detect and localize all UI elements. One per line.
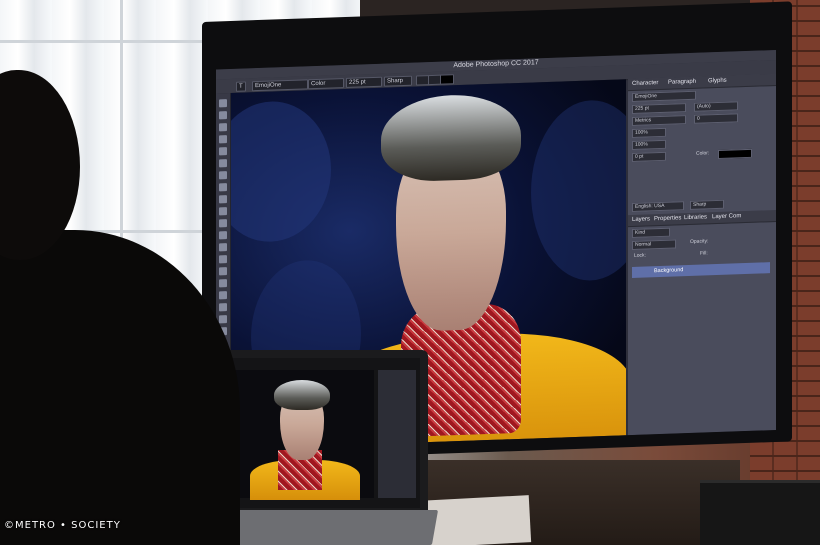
type-tool-icon[interactable]: T xyxy=(236,81,246,92)
brush-tool-icon[interactable] xyxy=(219,183,227,192)
eraser-tool-icon[interactable] xyxy=(219,219,227,228)
lock-label: Lock: xyxy=(634,252,646,259)
watermark: ©METRO • SOCIETY xyxy=(4,520,121,531)
blend-mode-select[interactable]: Normal xyxy=(632,239,676,250)
kerning-field[interactable]: Metrics xyxy=(632,115,686,126)
layer-name: Background xyxy=(654,267,684,275)
text-color-swatch[interactable] xyxy=(718,148,752,159)
baseline-shift-field[interactable]: 0 pt xyxy=(632,151,666,162)
move-tool-icon[interactable] xyxy=(219,99,227,108)
font-family-field[interactable]: EmojiOne xyxy=(632,90,696,102)
color-label: Color: xyxy=(696,150,710,157)
tab-libraries[interactable]: Libraries xyxy=(684,213,707,223)
right-panels: Character Paragraph Glyphs EmojiOne 225 … xyxy=(628,73,776,436)
vertical-scale-field[interactable]: 100% xyxy=(632,127,666,138)
marquee-tool-icon[interactable] xyxy=(219,111,227,120)
tab-glyphs[interactable]: Glyphs xyxy=(708,77,727,87)
foliage xyxy=(231,99,331,244)
font-style-select[interactable]: Color xyxy=(308,78,344,90)
shape-tool-icon[interactable] xyxy=(219,303,227,312)
tab-layer-comps[interactable]: Layer Com xyxy=(712,212,741,222)
font-family-select[interactable]: EmojiOne xyxy=(252,79,308,92)
text-color-swatch[interactable] xyxy=(440,74,454,85)
laptop-panels xyxy=(378,370,416,498)
healing-tool-icon[interactable] xyxy=(219,171,227,180)
hand-tool-icon[interactable] xyxy=(219,315,227,324)
amplifier xyxy=(700,480,820,545)
antialias-field[interactable]: Sharp xyxy=(690,199,724,210)
fill-label: Fill: xyxy=(700,250,708,257)
blur-tool-icon[interactable] xyxy=(219,243,227,252)
tracking-field[interactable]: 0 xyxy=(694,113,738,124)
layer-filter-select[interactable]: Kind xyxy=(632,227,670,238)
photo-scene: Adobe Photoshop CC 2017 T EmojiOne Color… xyxy=(0,0,820,545)
eyedropper-tool-icon[interactable] xyxy=(219,159,227,168)
path-select-tool-icon[interactable] xyxy=(219,291,227,300)
layer-row-background[interactable]: Background xyxy=(632,262,770,278)
foliage xyxy=(531,98,626,283)
opacity-label: Opacity: xyxy=(690,238,709,245)
antialias-select[interactable]: Sharp xyxy=(384,75,412,87)
pen-tool-icon[interactable] xyxy=(219,267,227,276)
font-size-field[interactable]: 225 pt xyxy=(632,103,686,114)
laptop-canvas xyxy=(234,370,374,500)
type-tool-icon[interactable] xyxy=(219,279,227,288)
lasso-tool-icon[interactable] xyxy=(219,123,227,132)
tab-paragraph[interactable]: Paragraph xyxy=(668,78,696,88)
font-size-select[interactable]: 225 pt xyxy=(346,76,382,88)
tab-layers[interactable]: Layers xyxy=(632,215,650,225)
history-brush-tool-icon[interactable] xyxy=(219,207,227,216)
model-hair xyxy=(381,92,521,183)
layers-panel-tabs: Layers Properties Libraries Layer Com xyxy=(628,209,776,228)
quick-select-tool-icon[interactable] xyxy=(219,135,227,144)
stamp-tool-icon[interactable] xyxy=(219,195,227,204)
dodge-tool-icon[interactable] xyxy=(219,255,227,264)
leading-field[interactable]: (Auto) xyxy=(694,101,738,112)
language-select[interactable]: English: USA xyxy=(632,201,684,212)
model-hair xyxy=(274,380,330,410)
gradient-tool-icon[interactable] xyxy=(219,231,227,240)
tab-character[interactable]: Character xyxy=(632,79,658,89)
horizontal-scale-field[interactable]: 100% xyxy=(632,139,666,150)
crop-tool-icon[interactable] xyxy=(219,147,227,156)
tab-properties[interactable]: Properties xyxy=(654,214,681,224)
